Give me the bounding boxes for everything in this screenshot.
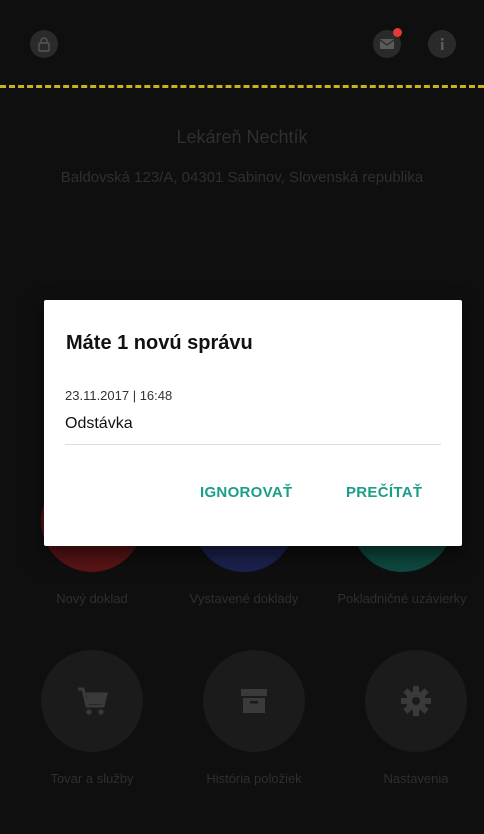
cart-icon — [41, 650, 143, 752]
store-name: Lekáreň Nechtík — [176, 127, 308, 147]
tile-label: Nastavenia — [383, 771, 449, 786]
tile-item-history[interactable]: História položiek — [184, 650, 324, 788]
lock-icon[interactable] — [30, 30, 58, 58]
tile-label: História položiek — [206, 771, 302, 786]
top-bar — [0, 0, 484, 88]
tile-goods-services[interactable]: Tovar a služby — [22, 650, 162, 788]
tile-label: Pokladničné uzávierky — [337, 591, 467, 606]
mail-icon[interactable] — [373, 28, 402, 58]
gear-icon — [365, 650, 467, 752]
unread-badge — [393, 28, 402, 37]
ignore-button[interactable]: IGNOROVAŤ — [200, 484, 292, 501]
message-subject: Odstávka — [65, 415, 133, 432]
read-button[interactable]: PREČÍTAŤ — [346, 484, 422, 501]
topbar-divider — [0, 85, 484, 88]
tile-label: Vystavené doklady — [189, 591, 299, 606]
tile-label: Tovar a služby — [50, 771, 134, 786]
message-date: 23.11.2017 | 16:48 — [65, 388, 173, 403]
dialog-title: Máte 1 novú správu — [66, 332, 253, 354]
dialog-divider — [65, 444, 441, 445]
archive-icon — [203, 650, 305, 752]
new-message-dialog: Máte 1 novú správu 23.11.2017 | 16:48 Od… — [44, 300, 462, 546]
info-icon[interactable] — [428, 30, 456, 58]
store-address: Baldovská 123/A, 04301 Sabinov, Slovensk… — [60, 169, 424, 186]
tile-label: Nový doklad — [56, 591, 128, 606]
tile-settings[interactable]: Nastavenia — [346, 650, 484, 788]
